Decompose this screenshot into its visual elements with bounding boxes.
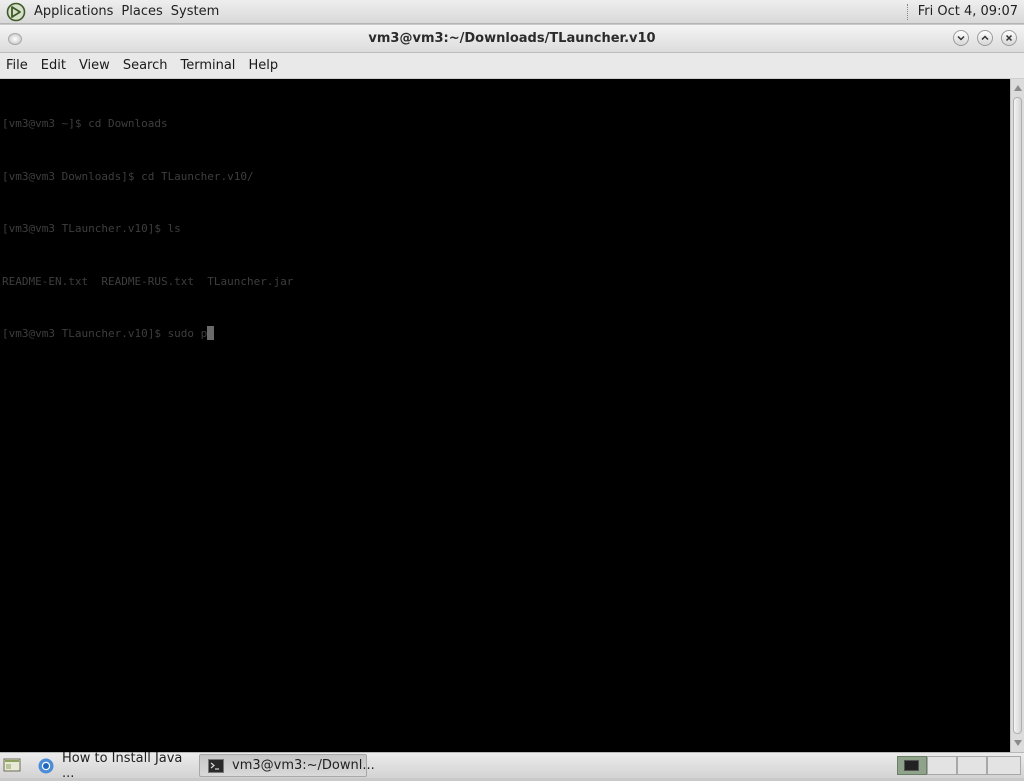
close-icon [1005,34,1013,42]
taskbar-item-label: How to Install Java ... [62,750,183,781]
terminal-output: [vm3@vm3 ~]$ cd Downloads [vm3@vm3 Downl… [0,79,1010,378]
window-title: vm3@vm3:~/Downloads/TLauncher.v10 [368,31,656,46]
close-button[interactable] [1001,30,1017,46]
workspace-window-thumbnail [904,760,919,771]
applications-menu[interactable]: Applications [30,4,117,19]
window-titlebar[interactable]: vm3@vm3:~/Downloads/TLauncher.v10 [0,25,1024,53]
menu-edit[interactable]: Edit [35,58,73,73]
scroll-thumb[interactable] [1013,97,1022,734]
menu-view[interactable]: View [73,58,117,73]
show-desktop-icon [3,758,21,772]
menu-help[interactable]: Help [242,58,285,73]
minimize-button[interactable] [953,30,969,46]
terminal-current-input: [vm3@vm3 TLauncher.v10]$ sudo p [2,327,208,340]
workspace-4[interactable] [987,756,1021,775]
terminal-menubar: File Edit View Search Terminal Help [0,53,1024,79]
terminal-line: [vm3@vm3 TLauncher.v10]$ ls [2,222,181,235]
show-desktop-button[interactable] [3,757,21,773]
chrome-browser-icon [38,758,54,774]
scroll-down-icon[interactable] [1013,738,1023,748]
maximize-button[interactable] [977,30,993,46]
terminal-prompt-line[interactable]: [vm3@vm3 TLauncher.v10]$ sudo p [2,325,1010,343]
menu-file[interactable]: File [0,58,35,73]
places-menu[interactable]: Places [117,4,166,19]
taskbar-item-label: vm3@vm3:~/Downl... [232,758,375,773]
panel-handle[interactable] [906,3,910,20]
menu-terminal[interactable]: Terminal [174,58,242,73]
taskbar-item-browser[interactable]: How to Install Java ... [29,751,197,781]
bottom-panel: How to Install Java ... vm3@vm3:~/Downl.… [0,751,1024,781]
workspace-2[interactable] [927,756,957,775]
terminal-scrollbar[interactable] [1010,79,1024,752]
clock[interactable]: Fri Oct 4, 09:07 [918,4,1018,19]
terminal-line: [vm3@vm3 Downloads]$ cd TLauncher.v10/ [2,169,254,183]
taskbar-item-terminal[interactable]: vm3@vm3:~/Downl... [199,754,375,777]
scroll-up-icon[interactable] [1013,83,1023,93]
terminal-line: README-EN.txt README-RUS.txt TLauncher.j… [2,274,294,288]
workspace-1[interactable] [897,756,927,775]
menu-search[interactable]: Search [117,58,175,73]
maximize-icon [981,35,989,41]
terminal-area[interactable]: [vm3@vm3 ~]$ cd Downloads [vm3@vm3 Downl… [0,79,1010,752]
workspace-3[interactable] [957,756,987,775]
system-menu[interactable]: System [167,4,223,19]
minimize-icon [957,35,965,41]
distro-logo-icon[interactable] [6,2,26,22]
top-panel: Applications Places System Fri Oct 4, 09… [0,0,1024,24]
terminal-line: [vm3@vm3 ~]$ cd Downloads [2,117,168,130]
terminal-icon [208,758,224,774]
text-cursor [207,326,215,340]
